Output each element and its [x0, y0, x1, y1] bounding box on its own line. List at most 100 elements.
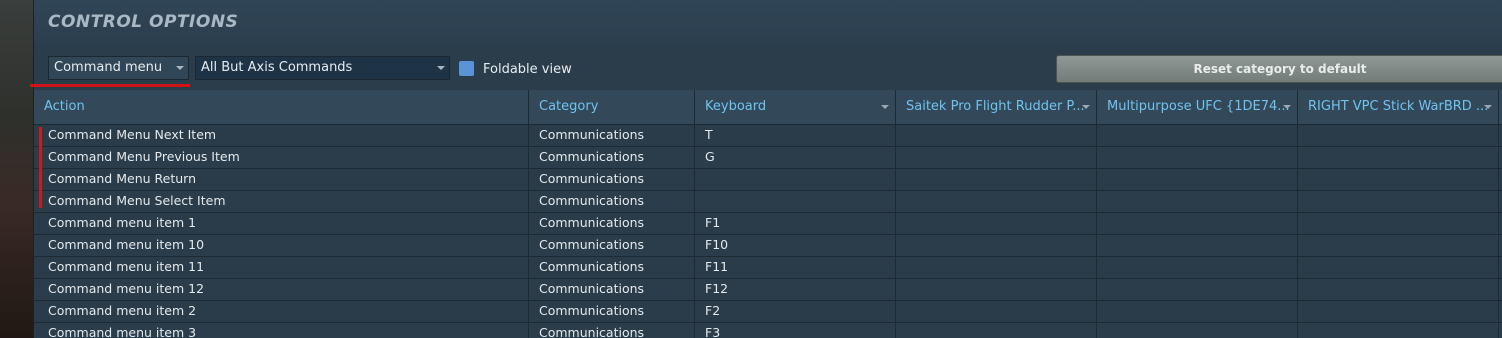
device-binding-cell[interactable]: [1298, 235, 1499, 256]
reset-category-button[interactable]: Reset category to default: [1056, 55, 1502, 83]
device-binding-cell[interactable]: [1097, 213, 1298, 234]
device-binding-cell[interactable]: [1298, 213, 1499, 234]
keyboard-binding-cell[interactable]: F2: [695, 301, 896, 322]
device-binding-cell[interactable]: [896, 323, 1097, 338]
action-cell[interactable]: Command menu item 3: [34, 323, 529, 338]
table-row[interactable]: Command menu item 2 Communications F2: [34, 301, 1502, 323]
keyboard-binding-cell[interactable]: [695, 169, 896, 190]
chevron-down-icon: [437, 66, 445, 70]
column-header-device-3[interactable]: RIGHT VPC Stick WarBRD ...: [1298, 90, 1499, 124]
category-cell[interactable]: Communications: [529, 169, 695, 190]
keyboard-binding-cell[interactable]: F10: [695, 235, 896, 256]
chevron-down-icon[interactable]: [1283, 105, 1291, 109]
filter-select[interactable]: All But Axis Commands: [195, 56, 450, 80]
category-cell[interactable]: Communications: [529, 323, 695, 338]
device-binding-cell[interactable]: [896, 235, 1097, 256]
toolbar: Command menu All But Axis Commands Folda…: [34, 46, 1502, 90]
page-title: CONTROL OPTIONS: [48, 12, 239, 32]
action-cell[interactable]: Command menu item 12: [34, 279, 529, 300]
title-bar: CONTROL OPTIONS: [34, 0, 1502, 46]
column-header-keyboard[interactable]: Keyboard: [695, 90, 896, 124]
device-binding-cell[interactable]: [1298, 301, 1499, 322]
action-cell[interactable]: Command menu item 1: [34, 213, 529, 234]
table-row[interactable]: Command menu item 11 Communications F11: [34, 257, 1502, 279]
app-root: CONTROL OPTIONS Command menu All But Axi…: [0, 0, 1502, 338]
device-binding-cell[interactable]: [896, 279, 1097, 300]
device-binding-cell[interactable]: [896, 301, 1097, 322]
device-binding-cell[interactable]: [1298, 169, 1499, 190]
device-binding-cell[interactable]: [1097, 169, 1298, 190]
category-cell[interactable]: Communications: [529, 279, 695, 300]
device-binding-cell[interactable]: [1298, 125, 1499, 146]
bindings-table: Action Category Keyboard Saitek Pro Flig…: [34, 90, 1502, 338]
column-header-device-1[interactable]: Saitek Pro Flight Rudder P...: [896, 90, 1097, 124]
keyboard-binding-cell[interactable]: F3: [695, 323, 896, 338]
device-binding-cell[interactable]: [896, 169, 1097, 190]
keyboard-binding-cell[interactable]: F1: [695, 213, 896, 234]
chevron-down-icon[interactable]: [1484, 105, 1492, 109]
action-cell[interactable]: Command Menu Next Item: [34, 125, 529, 146]
device-binding-cell[interactable]: [896, 147, 1097, 168]
column-header-device-2[interactable]: Multipurpose UFC {1DE74...: [1097, 90, 1298, 124]
device-binding-cell[interactable]: [1097, 235, 1298, 256]
category-select[interactable]: Command menu: [48, 56, 189, 80]
column-header-action[interactable]: Action: [34, 90, 529, 124]
filter-select-value: All But Axis Commands: [201, 60, 353, 75]
table-row[interactable]: Command menu item 10 Communications F10: [34, 235, 1502, 257]
keyboard-binding-cell[interactable]: [695, 191, 896, 212]
device-binding-cell[interactable]: [1097, 257, 1298, 278]
device-binding-cell[interactable]: [1097, 301, 1298, 322]
table-row[interactable]: Command Menu Previous Item Communication…: [34, 147, 1502, 169]
action-cell[interactable]: Command menu item 2: [34, 301, 529, 322]
device-binding-cell[interactable]: [1298, 279, 1499, 300]
table-row[interactable]: Command Menu Return Communications: [34, 169, 1502, 191]
chevron-down-icon[interactable]: [1082, 105, 1090, 109]
device-binding-cell[interactable]: [896, 191, 1097, 212]
table-row[interactable]: Command Menu Next Item Communications T: [34, 125, 1502, 147]
device-binding-cell[interactable]: [1097, 323, 1298, 338]
device-binding-cell[interactable]: [1298, 191, 1499, 212]
keyboard-binding-cell[interactable]: F12: [695, 279, 896, 300]
category-cell[interactable]: Communications: [529, 257, 695, 278]
column-header-label: Action: [44, 99, 85, 114]
device-binding-cell[interactable]: [1097, 147, 1298, 168]
device-binding-cell[interactable]: [1097, 279, 1298, 300]
chevron-down-icon: [176, 66, 184, 70]
keyboard-binding-cell[interactable]: F11: [695, 257, 896, 278]
red-annotation-underline: [30, 84, 190, 87]
category-cell[interactable]: Communications: [529, 191, 695, 212]
device-binding-cell[interactable]: [896, 257, 1097, 278]
red-annotation-bracket: [39, 127, 42, 208]
device-binding-cell[interactable]: [896, 125, 1097, 146]
keyboard-binding-cell[interactable]: T: [695, 125, 896, 146]
chevron-down-icon[interactable]: [881, 105, 889, 109]
table-row[interactable]: Command menu item 1 Communications F1: [34, 213, 1502, 235]
action-cell[interactable]: Command menu item 10: [34, 235, 529, 256]
column-header-category[interactable]: Category: [529, 90, 695, 124]
category-cell[interactable]: Communications: [529, 147, 695, 168]
category-cell[interactable]: Communications: [529, 213, 695, 234]
device-binding-cell[interactable]: [896, 213, 1097, 234]
category-select-value: Command menu: [54, 60, 163, 75]
device-binding-cell[interactable]: [1298, 323, 1499, 338]
foldable-view-checkbox[interactable]: [459, 61, 474, 76]
device-binding-cell[interactable]: [1298, 257, 1499, 278]
keyboard-binding-cell[interactable]: G: [695, 147, 896, 168]
device-binding-cell[interactable]: [1298, 147, 1499, 168]
table-row[interactable]: Command menu item 12 Communications F12: [34, 279, 1502, 301]
table-row[interactable]: Command menu item 3 Communications F3: [34, 323, 1502, 338]
column-header-label: Category: [539, 99, 599, 114]
device-binding-cell[interactable]: [1097, 125, 1298, 146]
column-header-label: Keyboard: [705, 99, 767, 114]
category-cell[interactable]: Communications: [529, 125, 695, 146]
column-header-label: RIGHT VPC Stick WarBRD ...: [1308, 99, 1489, 114]
column-header-label: Saitek Pro Flight Rudder P...: [906, 99, 1085, 114]
action-cell[interactable]: Command Menu Previous Item: [34, 147, 529, 168]
action-cell[interactable]: Command Menu Return: [34, 169, 529, 190]
table-row[interactable]: Command Menu Select Item Communications: [34, 191, 1502, 213]
action-cell[interactable]: Command Menu Select Item: [34, 191, 529, 212]
action-cell[interactable]: Command menu item 11: [34, 257, 529, 278]
category-cell[interactable]: Communications: [529, 235, 695, 256]
category-cell[interactable]: Communications: [529, 301, 695, 322]
device-binding-cell[interactable]: [1097, 191, 1298, 212]
